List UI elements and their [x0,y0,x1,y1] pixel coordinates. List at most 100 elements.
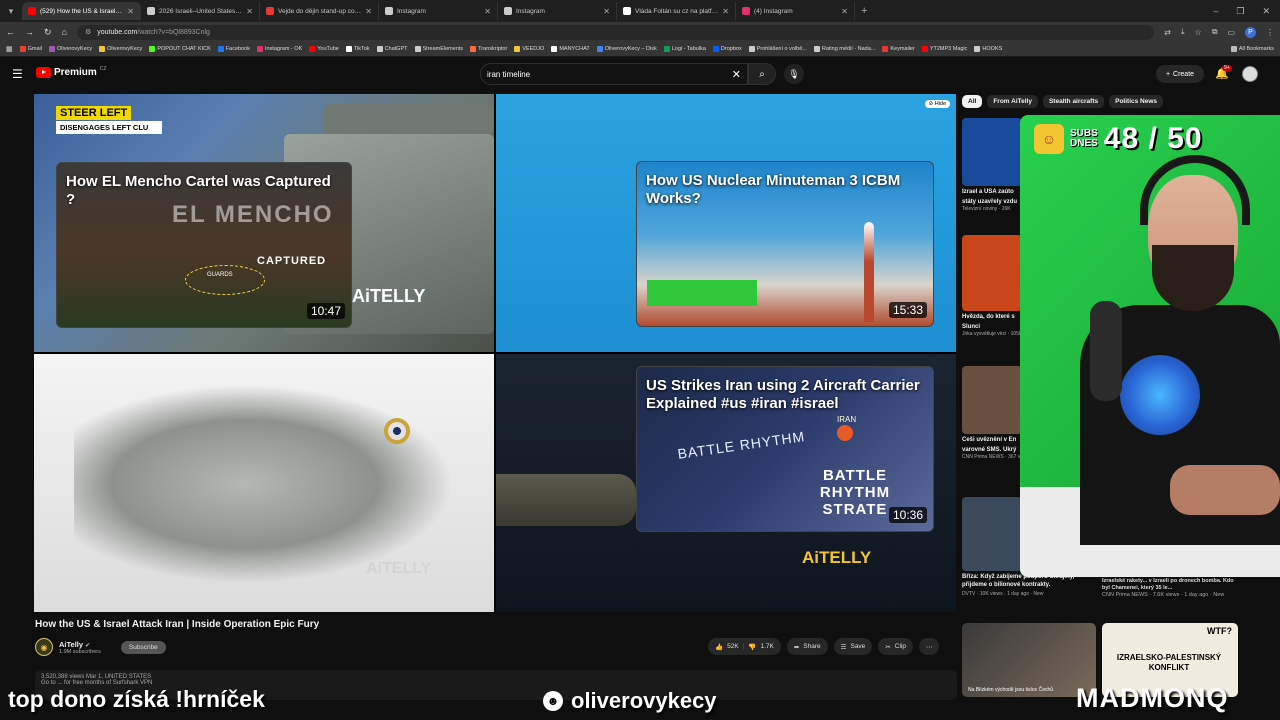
bookmark-item[interactable]: Rating médií - Nada... [813,46,875,52]
bookmark-item[interactable]: OliverovyKecy – Disk [596,46,657,52]
bookmark-item[interactable]: POPOUT CHAT KICK [149,46,211,52]
address-bar[interactable]: ⚙ youtube.com/watch?v=bQl8893Cnlg [76,24,1155,40]
end-card-minuteman[interactable]: How US Nuclear Minuteman 3 ICBM Works? 1… [636,161,934,327]
bookmark-item[interactable]: Prohlášení o volbě... [748,46,807,52]
close-tab-icon[interactable]: ✕ [841,7,848,16]
browser-tab[interactable]: Instagram ✕ [498,2,617,20]
channel-handle-overlay: ☻ oliverovykecy [543,688,717,714]
bookmark-favicon-icon [551,46,558,52]
all-bookmarks-folder[interactable]: All Bookmarks [1230,46,1274,52]
subs-mascot-icon: ☺ [1034,124,1064,154]
bookmark-favicon-icon [99,46,106,52]
apps-grid-icon[interactable]: ▦ [6,45,13,53]
more-actions-button[interactable]: ⋯ [918,638,940,655]
end-card-aircraft-carrier[interactable]: IRAN BATTLE RHYTHM BATTLE RHYTHM STRATE … [636,366,934,532]
bookmark-item[interactable]: MANYCHAT [551,46,590,52]
sidebar-toggle-icon[interactable]: ▭ [1227,28,1235,37]
browser-tab[interactable]: Instagram ✕ [379,2,498,20]
bookmark-item[interactable]: Instagram - OK [256,46,302,52]
bookmark-item[interactable]: YT2MP3 Magic [921,46,967,52]
bookmark-item[interactable]: Gmail [19,46,42,52]
bookmark-item[interactable]: ChatGPT [376,46,408,52]
related-video-item[interactable]: Češi uvěznění v En varovné SMS. Ukrý CNN P… [962,366,1022,461]
related-video-item[interactable]: Izrael a USA zaúto státy uzavřely vzdu Tel… [962,118,1022,213]
close-tab-icon[interactable]: ✕ [603,7,610,16]
video-player[interactable]: STEER LEFT DISENGAGES LEFT CLU AiTELLY ⊘… [34,94,956,612]
browser-tab[interactable]: 2026 Israeli–United States strik ✕ [141,2,260,20]
clip-button[interactable]: ✂ Clip [878,638,913,655]
bookmark-item[interactable]: VEEDJO [514,46,544,52]
search-input[interactable]: iran timeline ✕ [480,63,748,85]
bookmark-favicon-icon [149,46,156,52]
end-card-el-mencho[interactable]: EL MENCHO CAPTURED GUARDS How EL Mencho … [56,162,352,328]
filter-chip[interactable]: Stealth aircrafts [1042,95,1105,108]
close-tab-icon[interactable]: ✕ [484,7,491,16]
channel-name[interactable]: AiTelly ✔ [59,640,101,649]
captured-overlay-text: CAPTURED [257,255,327,267]
bookmark-item[interactable]: YouTube [309,46,339,52]
bookmark-item[interactable]: TikTok [345,46,370,52]
headset-image [1140,155,1250,225]
youtube-logo[interactable]: Premium CZ [36,66,106,78]
battle-rhythm-text: BATTLE RHYTHM [676,428,807,462]
back-icon[interactable]: ← [6,27,15,37]
home-icon[interactable]: ⌂ [62,27,67,37]
related-video-item[interactable]: Hvězda, do které s Slunci Jirka vysvětluje… [962,235,1022,338]
more-menu-icon[interactable]: ⋮ [1266,28,1274,37]
bookmark-item[interactable]: OliverovyKecy [99,46,142,52]
download-icon[interactable]: ⤓ [1181,27,1185,37]
translate-icon[interactable]: ⇄ [1164,28,1171,37]
bookmark-item[interactable]: HOOKS [974,46,1002,52]
account-avatar[interactable] [1242,66,1258,82]
maximize-icon[interactable]: ❐ [1236,6,1244,17]
voice-search-button[interactable]: 🎙 [784,64,804,84]
save-icon: ☰ [840,643,847,651]
bookmark-star-icon[interactable]: ☆ [1195,28,1202,37]
like-dislike-button[interactable]: 👍 52K | 👎 1.7K [708,638,781,655]
minimize-icon[interactable]: – [1213,6,1218,17]
search-button[interactable]: ⌕ [748,63,776,85]
bookmark-item[interactable]: Keymailer [882,46,915,52]
filter-chip[interactable]: All [962,95,983,108]
share-button[interactable]: ➦ Share [786,638,828,655]
site-info-icon[interactable]: ⚙ [85,28,91,36]
dislike-icon: 👎 [748,643,757,651]
filter-chip[interactable]: Politics News [1109,95,1164,108]
browser-tab[interactable]: (4) Instagram ✕ [736,2,855,20]
aircraft-roundel [384,418,410,444]
bookmarks-bar: ▦ Gmail OliverovyKecy OliverovyKecy POPOUT … [0,42,1280,57]
bookmark-item[interactable]: StreamElements [414,46,463,52]
reload-icon[interactable]: ↻ [44,27,52,38]
close-window-icon[interactable]: ✕ [1262,6,1270,17]
new-tab-button[interactable]: + [861,5,867,17]
youtube-play-icon [36,67,51,78]
create-button[interactable]: + Create [1156,65,1204,83]
tab-favicon-icon [28,7,36,15]
filter-chip[interactable]: From AiTelly [987,95,1038,108]
browser-tab[interactable]: Vejde do dějin stand-up comed ✕ [260,2,379,20]
browser-tab[interactable]: Vláda Foltán su cz na platform ✕ [617,2,736,20]
video-title: How the US & Israel Attack Iran | Inside… [35,619,320,630]
bookmark-item[interactable]: Dropbox [712,46,742,52]
bookmark-favicon-icon [712,46,719,52]
tab-search-icon[interactable]: ▾ [0,0,22,22]
extensions-icon[interactable]: ⧉ [1212,27,1218,37]
browser-tab[interactable]: (529) How the US & Israel Attac ✕ [22,2,141,20]
clear-search-icon[interactable]: ✕ [732,68,741,81]
bookmark-item[interactable]: Transkriptor [470,46,507,52]
close-tab-icon[interactable]: ✕ [365,7,372,16]
subscribe-button[interactable]: Subscribe [120,640,166,654]
forward-icon[interactable]: → [25,27,34,37]
bookmark-item[interactable]: Logi - Tabulka [663,46,706,52]
channel-avatar[interactable]: ◉ [35,638,53,656]
close-tab-icon[interactable]: ✕ [127,7,134,16]
bookmark-item[interactable]: Facebook [217,46,250,52]
close-tab-icon[interactable]: ✕ [722,7,729,16]
save-button[interactable]: ☰ Save [833,638,873,655]
hide-end-screen-button[interactable]: ⊘ Hide [924,100,950,108]
close-tab-icon[interactable]: ✕ [246,7,253,16]
menu-icon[interactable]: ☰ [12,67,23,81]
profile-avatar[interactable]: P [1245,26,1256,38]
bookmark-item[interactable]: OliverovyKecy [49,46,92,52]
channel-subscribers: 1.9M subscribers [59,648,101,655]
